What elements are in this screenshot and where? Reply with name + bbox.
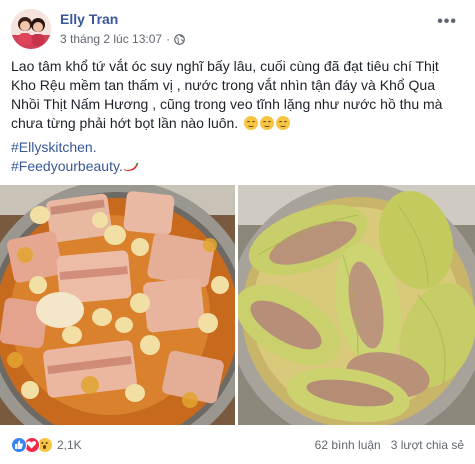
- avatar[interactable]: [11, 9, 51, 49]
- smiling-face-icon: [244, 116, 259, 130]
- reaction-count[interactable]: 2,1K: [57, 438, 82, 452]
- post-card: Elly Tran 3 tháng 2 lúc 13:07 · ••• Lao …: [0, 0, 475, 464]
- smiling-face-icon: [276, 116, 291, 130]
- like-icon: [11, 437, 27, 453]
- post-body: Lao tâm khổ tứ vắt óc suy nghĩ bấy lâu, …: [11, 57, 463, 133]
- meta-separator: ·: [166, 32, 171, 46]
- smiling-face-icon: [260, 116, 275, 130]
- post-footer: 2,1K 62 bình luận 3 lượt chia sẻ: [0, 425, 475, 464]
- reactions-summary[interactable]: 2,1K: [11, 437, 82, 453]
- post-body-text: Lao tâm khổ tứ vắt óc suy nghĩ bấy lâu, …: [11, 58, 443, 131]
- engagement-counts: 62 bình luận 3 lượt chia sẻ: [315, 438, 464, 452]
- photo-braised-pork[interactable]: [0, 185, 235, 425]
- hot-pepper-icon: [123, 158, 139, 171]
- photo-stuffed-bitter-melon[interactable]: [238, 185, 475, 425]
- comments-count[interactable]: 62 bình luận: [315, 438, 381, 452]
- post-meta: 3 tháng 2 lúc 13:07 ·: [60, 32, 185, 46]
- hashtag-link[interactable]: #Ellyskitchen.: [11, 138, 139, 157]
- hashtag-link[interactable]: #Feedyourbeauty.: [11, 158, 123, 174]
- hashtags: #Ellyskitchen. #Feedyourbeauty.: [11, 138, 139, 176]
- ellipsis-icon[interactable]: •••: [437, 13, 457, 31]
- post-timestamp[interactable]: 3 tháng 2 lúc 13:07: [60, 32, 162, 46]
- shares-count[interactable]: 3 lượt chia sẻ: [391, 438, 464, 452]
- author-name[interactable]: Elly Tran: [60, 11, 118, 27]
- globe-icon[interactable]: [174, 33, 185, 45]
